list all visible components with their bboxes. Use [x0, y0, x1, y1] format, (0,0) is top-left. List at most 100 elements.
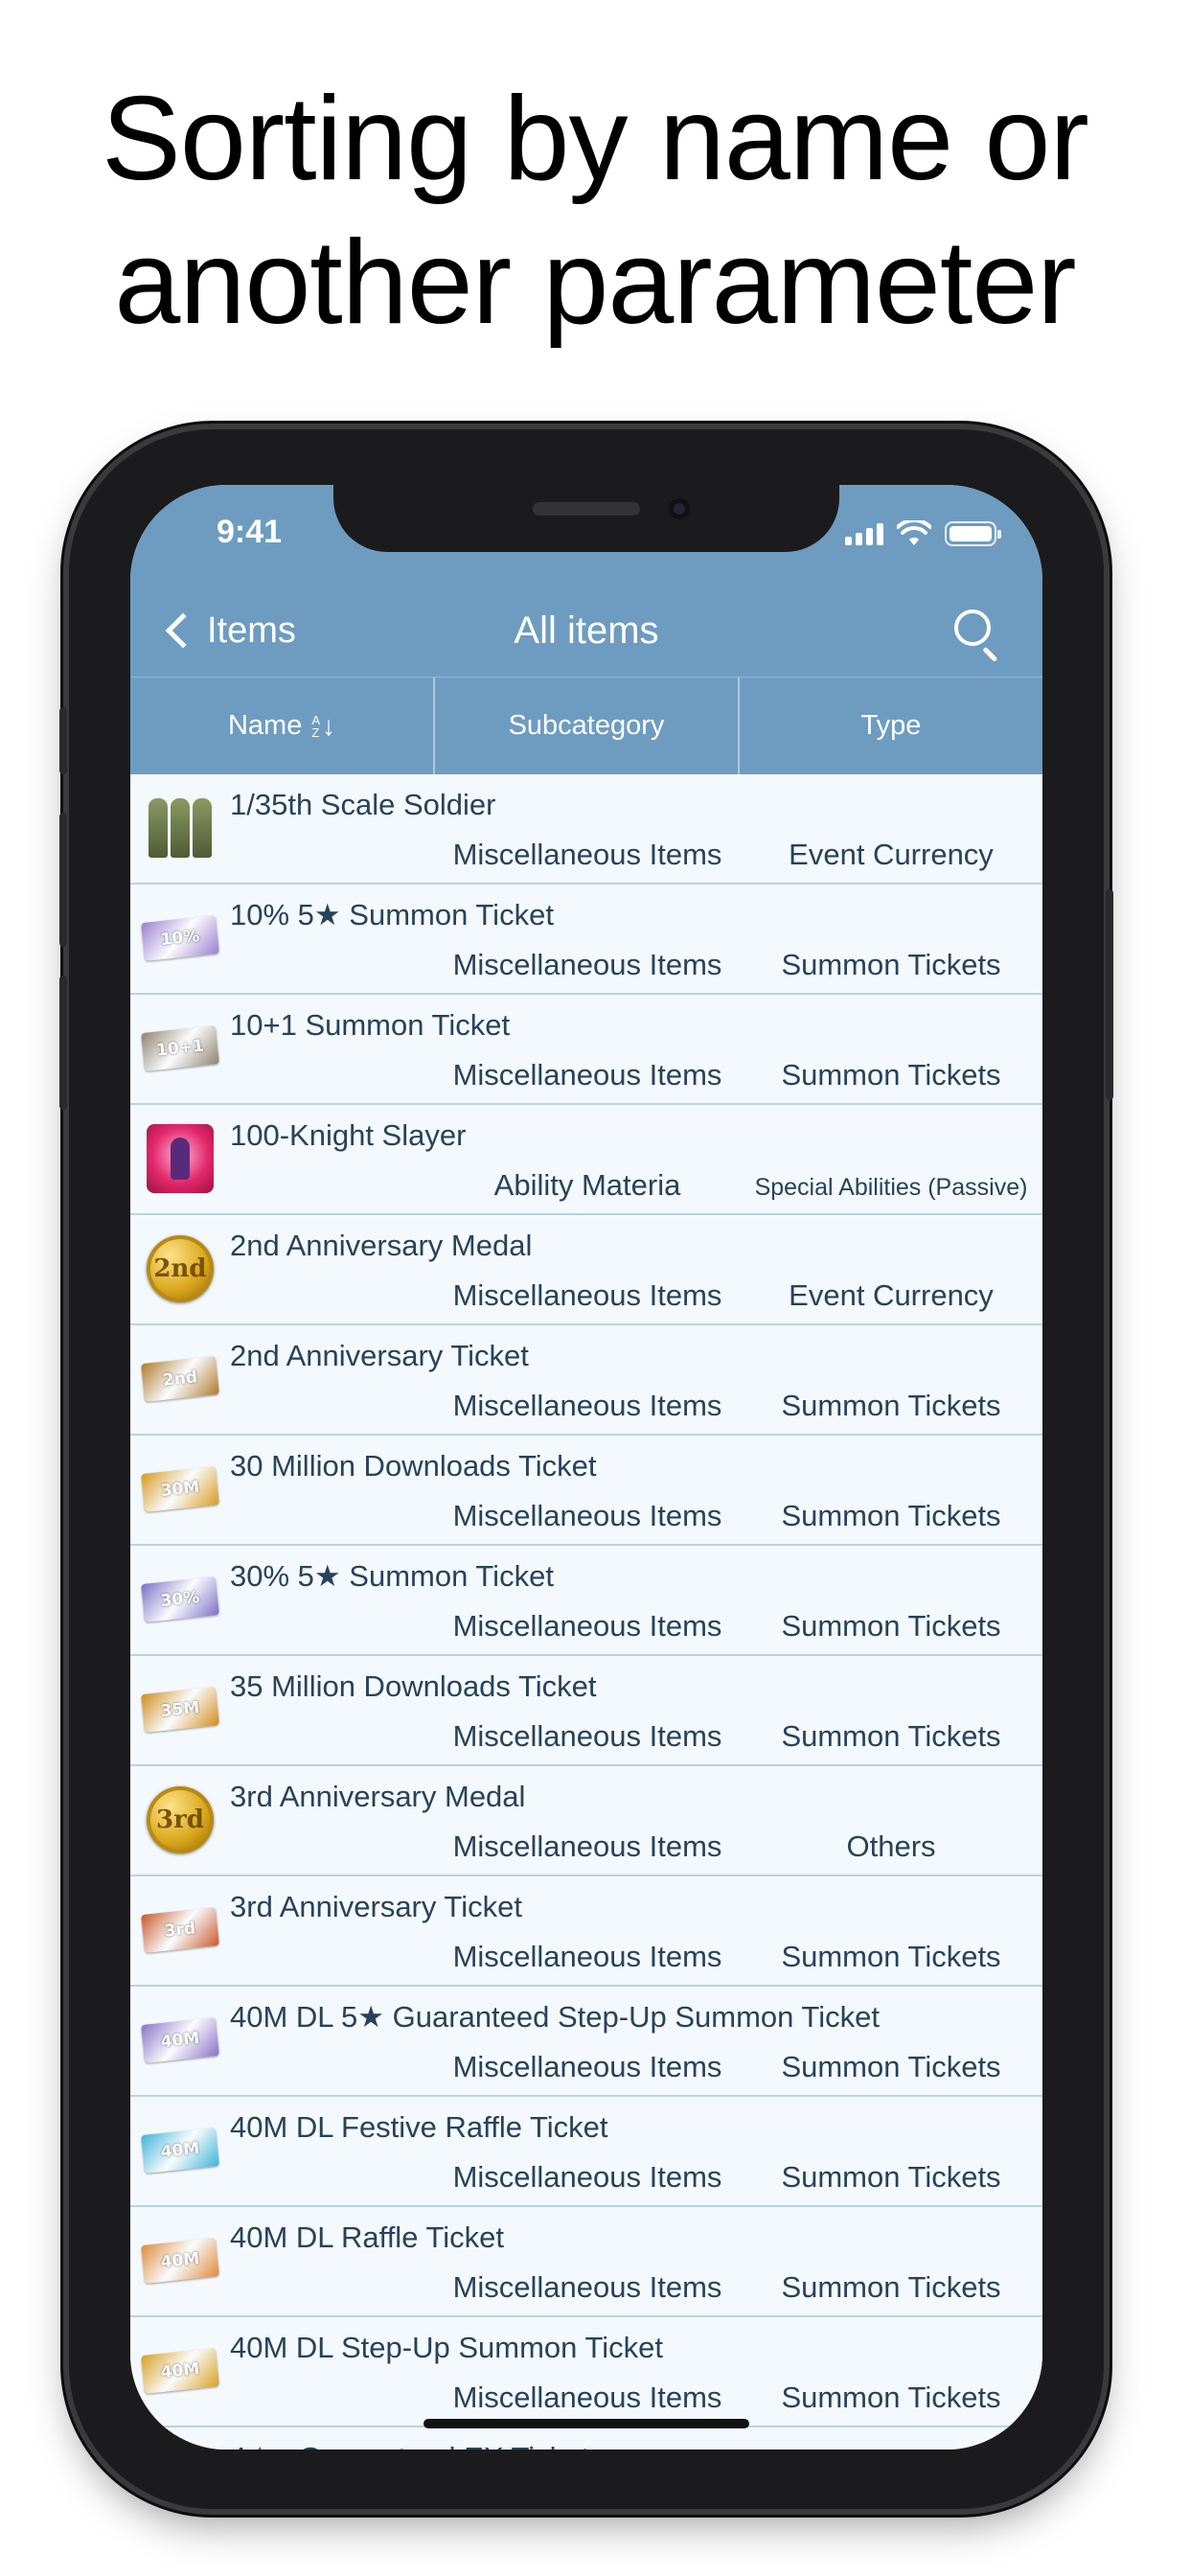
item-name: 10+1 Summon Ticket [230, 1008, 511, 1042]
name-column-label: Name [227, 710, 303, 741]
item-subcategory: Ability Materia [493, 1168, 681, 1202]
subcategory-column-label: Subcategory [508, 710, 665, 741]
item-subcategory: Miscellaneous Items [452, 1829, 722, 1863]
type-column-label: Type [860, 710, 922, 741]
item-type: Summon Tickets [781, 1058, 1001, 1092]
item-subcategory: Miscellaneous Items [452, 948, 722, 981]
page-title: All items [514, 610, 659, 652]
status-icons [845, 519, 1001, 548]
list-item[interactable]: 10% 10% 5★ Summon Ticket Miscellaneous Ite… [130, 885, 1042, 995]
item-subcategory: Miscellaneous Items [452, 2380, 722, 2414]
item-subcategory: Miscellaneous Items [452, 1609, 722, 1643]
item-name: 100-Knight Slayer [230, 1118, 467, 1152]
navigation-bar: Items All items [130, 585, 1042, 677]
list-item[interactable]: 3rd 3rd Anniversary Ticket Miscellaneous I… [130, 1876, 1042, 1987]
headline-line-2: another parameter [114, 217, 1076, 349]
column-header-bar: Name AZ ↓ Subcategory Type [130, 677, 1042, 774]
item-type: Event Currency [789, 1278, 994, 1312]
item-subcategory: Miscellaneous Items [452, 1278, 722, 1312]
item-type: Summon Tickets [781, 1499, 1001, 1532]
item-thumbnail [142, 794, 218, 862]
item-thumbnail: 10+1 [141, 1014, 219, 1083]
cellular-signal-icon [845, 522, 883, 545]
sort-by-name-button[interactable]: Name AZ ↓ [130, 678, 433, 774]
item-name: 40M DL 5★ Guaranteed Step-Up Summon Tick… [230, 2000, 880, 2034]
item-subcategory: Miscellaneous Items [452, 2050, 722, 2083]
front-camera [669, 498, 690, 519]
item-type: Summon Tickets [781, 1940, 1001, 1973]
item-thumbnail [142, 2447, 218, 2450]
item-name: 40M DL Step-Up Summon Ticket [230, 2331, 663, 2364]
list-item[interactable]: 40M 40M DL Raffle Ticket Miscellaneous Ite… [130, 2207, 1042, 2317]
headline-line-1: Sorting by name or [102, 73, 1089, 205]
item-thumbnail: 30% [141, 1565, 219, 1634]
item-name: 2nd Anniversary Medal [230, 1229, 533, 1262]
item-name: 30 Million Downloads Ticket [230, 1449, 597, 1483]
home-indicator[interactable] [423, 2419, 749, 2428]
item-name: 10% 5★ Summon Ticket [230, 898, 554, 932]
item-name: 4★+ Guaranteed EX Ticket [230, 2441, 589, 2450]
item-name: 1/35th Scale Soldier [230, 788, 496, 821]
list-item[interactable]: 1/35th Scale Soldier Miscellaneous Items E… [130, 774, 1042, 885]
item-type: Event Currency [789, 838, 994, 871]
item-type: Summon Tickets [781, 2270, 1001, 2304]
item-type: Summon Tickets [781, 2050, 1001, 2083]
item-type: Summon Tickets [781, 2380, 1001, 2414]
app-screen: 9:41 Items All items Name A Z ↓ Subcateg… [130, 485, 1042, 2450]
volume-up-button [59, 813, 67, 947]
item-thumbnail: 40M [141, 2116, 219, 2185]
promo-headline: Sorting by name or another parameter [0, 67, 1190, 355]
search-icon[interactable] [952, 608, 1002, 662]
item-thumbnail: 3rd [141, 1896, 219, 1965]
sort-ascending-icon: AZ ↓ [311, 710, 336, 741]
item-thumbnail: 40M [141, 2226, 219, 2295]
item-type: Summon Tickets [781, 2160, 1001, 2194]
device-notch [333, 485, 839, 552]
item-thumbnail: 40M [141, 2336, 219, 2405]
item-subcategory: Miscellaneous Items [452, 1499, 722, 1532]
list-item[interactable]: 2nd 2nd Anniversary Medal Miscellaneous It… [130, 1215, 1042, 1325]
list-item[interactable]: 10+1 10+1 Summon Ticket Miscellaneous Item… [130, 995, 1042, 1105]
phone-frame: 9:41 Items All items Name A Z ↓ Subcateg… [59, 429, 1113, 2509]
item-name: 3rd Anniversary Medal [230, 1780, 526, 1813]
item-subcategory: Miscellaneous Items [452, 2270, 722, 2304]
sort-by-subcategory-button[interactable]: Subcategory [433, 678, 738, 774]
item-type: Summon Tickets [781, 1719, 1001, 1753]
list-item[interactable]: 40M 40M DL Festive Raffle Ticket Miscellan… [130, 2097, 1042, 2207]
list-item[interactable]: 40M 40M DL 5★ Guaranteed Step-Up Summon T… [130, 1987, 1042, 2097]
item-thumbnail: 30M [141, 1455, 219, 1524]
item-thumbnail: 3rd [142, 1785, 218, 1854]
list-item[interactable]: 100-Knight Slayer Ability Materia Special … [130, 1105, 1042, 1215]
item-subcategory: Miscellaneous Items [452, 1389, 722, 1422]
list-item[interactable]: 4★+ Guaranteed EX Ticket [130, 2427, 1042, 2450]
list-item[interactable]: 3rd 3rd Anniversary Medal Miscellaneous It… [130, 1766, 1042, 1876]
item-subcategory: Miscellaneous Items [452, 838, 722, 871]
wifi-icon [897, 520, 931, 545]
list-item[interactable]: 35M 35 Million Downloads Ticket Miscellane… [130, 1656, 1042, 1766]
item-thumbnail: 2nd [142, 1234, 218, 1303]
item-thumbnail: 40M [141, 2006, 219, 2075]
item-thumbnail: 35M [141, 1675, 219, 1744]
list-item[interactable]: 30M 30 Million Downloads Ticket Miscellane… [130, 1436, 1042, 1546]
item-subcategory: Miscellaneous Items [452, 1058, 722, 1092]
item-subcategory: Miscellaneous Items [452, 2160, 722, 2194]
status-time: 9:41 [217, 514, 283, 550]
item-name: 30% 5★ Summon Ticket [230, 1559, 554, 1593]
power-button [1106, 889, 1113, 1100]
list-item[interactable]: 30% 30% 5★ Summon Ticket Miscellaneous Ite… [130, 1546, 1042, 1656]
sort-by-type-button[interactable]: Type [738, 678, 1042, 774]
item-thumbnail: 10% [141, 904, 219, 973]
item-type: Summon Tickets [781, 1609, 1001, 1643]
item-type: Special Abilities (Passive) [754, 1174, 1028, 1201]
item-type: Others [846, 1829, 936, 1863]
item-name: 35 Million Downloads Ticket [230, 1669, 597, 1703]
list-item[interactable]: 2nd 2nd Anniversary Ticket Miscellaneous I… [130, 1325, 1042, 1436]
item-name: 3rd Anniversary Ticket [230, 1890, 522, 1923]
items-list: 1/35th Scale Soldier Miscellaneous Items E… [130, 774, 1042, 2450]
list-item[interactable]: 40M 40M DL Step-Up Summon Ticket Miscellan… [130, 2317, 1042, 2427]
item-name: 2nd Anniversary Ticket [230, 1339, 529, 1372]
battery-icon [945, 521, 1001, 546]
item-type: Summon Tickets [781, 1389, 1001, 1422]
item-thumbnail: 2nd [141, 1345, 219, 1414]
item-thumbnail [142, 1124, 218, 1193]
